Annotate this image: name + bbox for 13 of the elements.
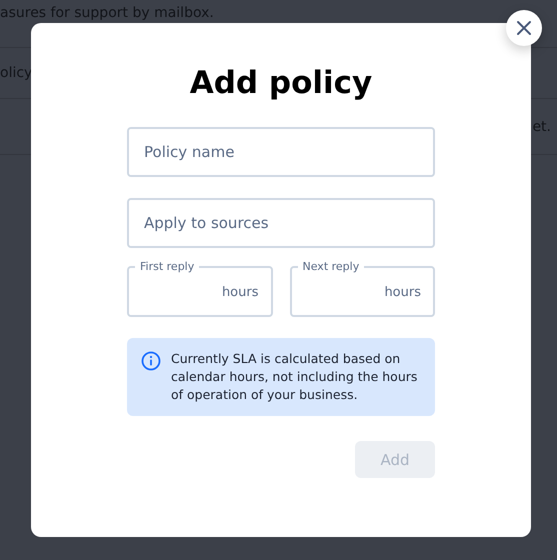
info-icon (141, 351, 161, 371)
unit-text: hours (222, 285, 258, 300)
info-text: Currently SLA is calculated based on calendar hours, not including the hours of operation of your business. (171, 350, 418, 404)
field-label: Next reply (302, 260, 360, 274)
close-icon (516, 20, 532, 36)
modal-title: Add policy (188, 64, 374, 103)
unit-text: hours (384, 285, 421, 300)
hours-field[interactable]: First reply hours (127, 260, 272, 317)
hours-field[interactable]: Next reply hours (290, 260, 435, 317)
close-button[interactable] (506, 10, 542, 46)
input-field[interactable]: Apply to sources (127, 198, 435, 248)
field-label: First reply (139, 260, 196, 274)
input-field[interactable]: Policy name (127, 127, 435, 177)
